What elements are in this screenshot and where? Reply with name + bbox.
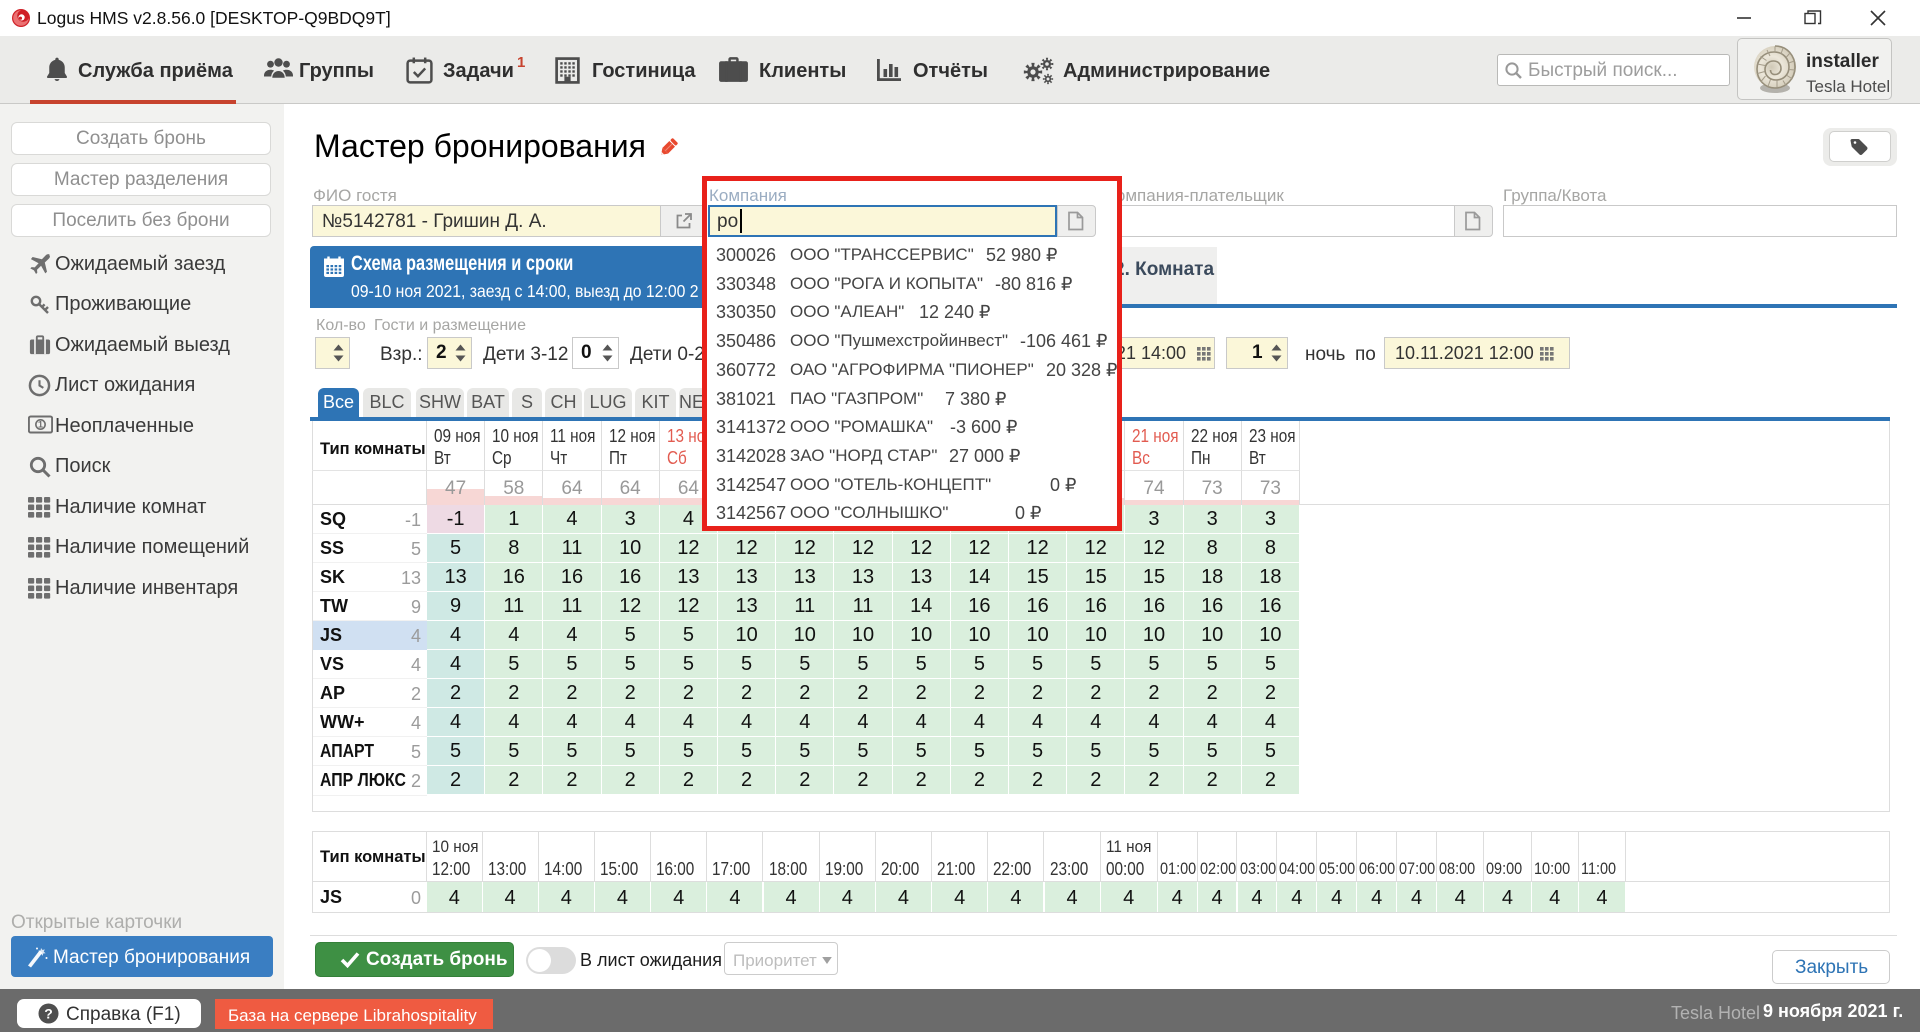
svg-text:1: 1 [38,420,43,430]
svg-text:?: ? [44,1005,53,1021]
